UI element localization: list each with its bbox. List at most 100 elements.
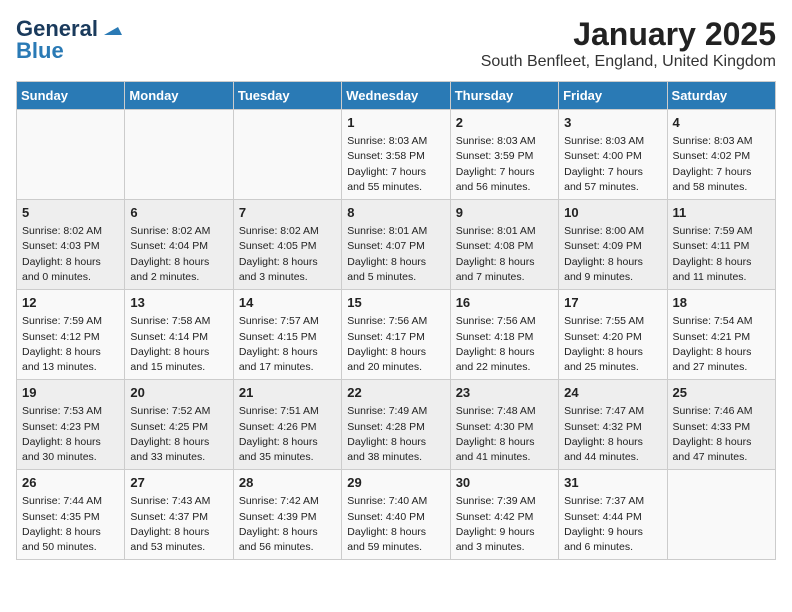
day-detail: Sunrise: 7:52 AMSunset: 4:25 PMDaylight:… — [130, 404, 227, 465]
day-number: 20 — [130, 384, 227, 402]
page-header: General Blue January 2025 South Benfleet… — [16, 16, 776, 71]
calendar-cell: 10 Sunrise: 8:00 AMSunset: 4:09 PMDayligh… — [559, 200, 667, 290]
day-detail: Sunrise: 8:01 AMSunset: 4:08 PMDaylight:… — [456, 224, 553, 285]
month-title: January 2025 — [481, 16, 776, 53]
day-detail: Sunrise: 7:58 AMSunset: 4:14 PMDaylight:… — [130, 314, 227, 375]
day-number: 8 — [347, 204, 444, 222]
day-number: 11 — [673, 204, 770, 222]
calendar-cell: 6Sunrise: 8:02 AMSunset: 4:04 PMDaylight… — [125, 200, 233, 290]
day-number: 10 — [564, 204, 661, 222]
calendar-cell: 5 Sunrise: 8:02 AMSunset: 4:03 PMDaylight… — [17, 200, 125, 290]
day-detail: Sunrise: 7:48 AMSunset: 4:30 PMDaylight:… — [456, 404, 553, 465]
calendar-cell: 18 Sunrise: 7:54 AMSunset: 4:21 PMDayligh… — [667, 290, 775, 380]
calendar-cell: 1Sunrise: 8:03 AMSunset: 3:58 PMDaylight… — [342, 110, 450, 200]
title-area: January 2025 South Benfleet, England, Un… — [481, 16, 776, 71]
day-number: 30 — [456, 474, 553, 492]
day-number: 28 — [239, 474, 336, 492]
calendar-cell: 31Sunrise: 7:37 AMSunset: 4:44 PMDayligh… — [559, 470, 667, 560]
day-detail: Sunrise: 7:37 AMSunset: 4:44 PMDaylight:… — [564, 494, 661, 555]
weekday-header-row: SundayMondayTuesdayWednesdayThursdayFrid… — [17, 82, 776, 110]
calendar-cell: 23 Sunrise: 7:48 AMSunset: 4:30 PMDayligh… — [450, 380, 558, 470]
calendar-cell — [667, 470, 775, 560]
calendar-cell: 26 Sunrise: 7:44 AMSunset: 4:35 PMDayligh… — [17, 470, 125, 560]
calendar-cell: 19 Sunrise: 7:53 AMSunset: 4:23 PMDayligh… — [17, 380, 125, 470]
day-detail: Sunrise: 7:40 AMSunset: 4:40 PMDaylight:… — [347, 494, 444, 555]
weekday-header-sunday: Sunday — [17, 82, 125, 110]
day-detail: Sunrise: 7:49 AMSunset: 4:28 PMDaylight:… — [347, 404, 444, 465]
location-title: South Benfleet, England, United Kingdom — [481, 53, 776, 71]
day-number: 26 — [22, 474, 119, 492]
day-detail: Sunrise: 8:03 AMSunset: 4:00 PMDaylight:… — [564, 134, 661, 195]
day-detail: Sunrise: 7:56 AMSunset: 4:18 PMDaylight:… — [456, 314, 553, 375]
day-number: 25 — [673, 384, 770, 402]
logo: General Blue — [16, 16, 122, 64]
day-detail: Sunrise: 7:54 AMSunset: 4:21 PMDaylight:… — [673, 314, 770, 375]
calendar-cell: 28 Sunrise: 7:42 AMSunset: 4:39 PMDayligh… — [233, 470, 341, 560]
calendar-cell: 29 Sunrise: 7:40 AMSunset: 4:40 PMDayligh… — [342, 470, 450, 560]
calendar-cell: 27 Sunrise: 7:43 AMSunset: 4:37 PMDayligh… — [125, 470, 233, 560]
day-detail: Sunrise: 7:59 AMSunset: 4:12 PMDaylight:… — [22, 314, 119, 375]
calendar-cell: 16Sunrise: 7:56 AMSunset: 4:18 PMDayligh… — [450, 290, 558, 380]
day-number: 5 — [22, 204, 119, 222]
day-number: 13 — [130, 294, 227, 312]
calendar-cell: 2 Sunrise: 8:03 AMSunset: 3:59 PMDaylight… — [450, 110, 558, 200]
day-detail: Sunrise: 7:59 AMSunset: 4:11 PMDaylight:… — [673, 224, 770, 285]
day-detail: Sunrise: 8:03 AMSunset: 4:02 PMDaylight:… — [673, 134, 770, 195]
weekday-header-thursday: Thursday — [450, 82, 558, 110]
day-detail: Sunrise: 8:03 AMSunset: 3:59 PMDaylight:… — [456, 134, 553, 195]
day-number: 4 — [673, 114, 770, 132]
weekday-header-friday: Friday — [559, 82, 667, 110]
day-number: 24 — [564, 384, 661, 402]
calendar-cell: 14Sunrise: 7:57 AMSunset: 4:15 PMDayligh… — [233, 290, 341, 380]
day-number: 15 — [347, 294, 444, 312]
calendar-cell: 12 Sunrise: 7:59 AMSunset: 4:12 PMDayligh… — [17, 290, 125, 380]
calendar-cell: 24 Sunrise: 7:47 AMSunset: 4:32 PMDayligh… — [559, 380, 667, 470]
calendar-cell: 3Sunrise: 8:03 AMSunset: 4:00 PMDaylight… — [559, 110, 667, 200]
calendar-cell: 25 Sunrise: 7:46 AMSunset: 4:33 PMDayligh… — [667, 380, 775, 470]
calendar-week-row: 5 Sunrise: 8:02 AMSunset: 4:03 PMDaylight… — [17, 200, 776, 290]
calendar-cell: 17Sunrise: 7:55 AMSunset: 4:20 PMDayligh… — [559, 290, 667, 380]
day-detail: Sunrise: 7:56 AMSunset: 4:17 PMDaylight:… — [347, 314, 444, 375]
day-number: 12 — [22, 294, 119, 312]
calendar-cell — [17, 110, 125, 200]
calendar-cell: 4 Sunrise: 8:03 AMSunset: 4:02 PMDaylight… — [667, 110, 775, 200]
day-number: 22 — [347, 384, 444, 402]
calendar-cell: 9 Sunrise: 8:01 AMSunset: 4:08 PMDaylight… — [450, 200, 558, 290]
day-detail: Sunrise: 7:51 AMSunset: 4:26 PMDaylight:… — [239, 404, 336, 465]
day-number: 6 — [130, 204, 227, 222]
day-number: 29 — [347, 474, 444, 492]
day-number: 7 — [239, 204, 336, 222]
calendar-cell: 13 Sunrise: 7:58 AMSunset: 4:14 PMDayligh… — [125, 290, 233, 380]
day-number: 2 — [456, 114, 553, 132]
day-number: 17 — [564, 294, 661, 312]
day-detail: Sunrise: 8:02 AMSunset: 4:05 PMDaylight:… — [239, 224, 336, 285]
day-number: 23 — [456, 384, 553, 402]
day-number: 27 — [130, 474, 227, 492]
calendar-week-row: 1Sunrise: 8:03 AMSunset: 3:58 PMDaylight… — [17, 110, 776, 200]
calendar-cell — [233, 110, 341, 200]
calendar-week-row: 12 Sunrise: 7:59 AMSunset: 4:12 PMDayligh… — [17, 290, 776, 380]
calendar-cell: 8Sunrise: 8:01 AMSunset: 4:07 PMDaylight… — [342, 200, 450, 290]
weekday-header-wednesday: Wednesday — [342, 82, 450, 110]
logo-icon — [100, 17, 122, 39]
day-detail: Sunrise: 7:44 AMSunset: 4:35 PMDaylight:… — [22, 494, 119, 555]
calendar-cell: 21Sunrise: 7:51 AMSunset: 4:26 PMDayligh… — [233, 380, 341, 470]
calendar-week-row: 26 Sunrise: 7:44 AMSunset: 4:35 PMDayligh… — [17, 470, 776, 560]
weekday-header-tuesday: Tuesday — [233, 82, 341, 110]
day-detail: Sunrise: 7:47 AMSunset: 4:32 PMDaylight:… — [564, 404, 661, 465]
day-detail: Sunrise: 8:00 AMSunset: 4:09 PMDaylight:… — [564, 224, 661, 285]
calendar-cell: 11 Sunrise: 7:59 AMSunset: 4:11 PMDayligh… — [667, 200, 775, 290]
day-number: 14 — [239, 294, 336, 312]
calendar-cell: 30Sunrise: 7:39 AMSunset: 4:42 PMDayligh… — [450, 470, 558, 560]
day-detail: Sunrise: 7:53 AMSunset: 4:23 PMDaylight:… — [22, 404, 119, 465]
calendar-cell: 22 Sunrise: 7:49 AMSunset: 4:28 PMDayligh… — [342, 380, 450, 470]
day-detail: Sunrise: 7:46 AMSunset: 4:33 PMDaylight:… — [673, 404, 770, 465]
day-detail: Sunrise: 7:43 AMSunset: 4:37 PMDaylight:… — [130, 494, 227, 555]
day-number: 18 — [673, 294, 770, 312]
day-detail: Sunrise: 8:03 AMSunset: 3:58 PMDaylight:… — [347, 134, 444, 195]
day-detail: Sunrise: 7:42 AMSunset: 4:39 PMDaylight:… — [239, 494, 336, 555]
day-number: 19 — [22, 384, 119, 402]
day-detail: Sunrise: 8:02 AMSunset: 4:03 PMDaylight:… — [22, 224, 119, 285]
logo-blue: Blue — [16, 38, 64, 64]
day-number: 9 — [456, 204, 553, 222]
